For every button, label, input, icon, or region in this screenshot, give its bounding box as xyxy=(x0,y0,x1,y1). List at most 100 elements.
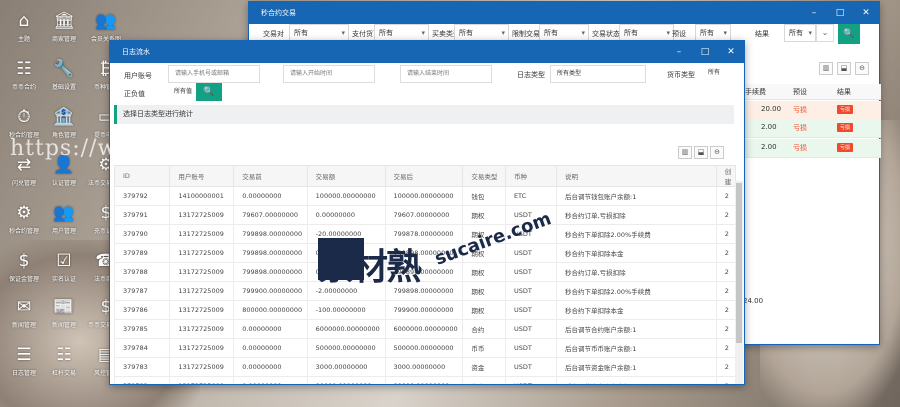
table-row[interactable]: 379791 13172725009 79607.00000000 0.0000000… xyxy=(113,205,737,225)
table-row[interactable]: 379792 14100000001 0.00000000 100000.000000… xyxy=(113,186,737,206)
table-cell: 100000.00000000 xyxy=(384,186,464,206)
table-cell: 期权 xyxy=(462,205,506,225)
desktop-icon[interactable]: 🔧 基础设置 xyxy=(44,52,84,98)
desktop-icon[interactable]: 👥 用户管理 xyxy=(44,196,84,242)
table-row[interactable]: 2.00 亏损 亏损 xyxy=(741,119,881,138)
desktop-icon[interactable]: ✉ 新闻管理 xyxy=(4,290,44,336)
window-titlebar[interactable]: 日志流水 – □ ✕ xyxy=(110,41,744,63)
table-cell: 500000.00000000 xyxy=(384,338,464,358)
desktop-icon[interactable]: 🏛 商家管理 xyxy=(44,4,84,50)
column-header[interactable]: ID xyxy=(113,165,171,187)
search-button[interactable]: 🔍 xyxy=(196,83,222,101)
column-header[interactable]: 交易后 xyxy=(384,165,464,187)
table-cell: 资金 xyxy=(462,357,506,377)
table-row[interactable]: 379786 13172725009 800000.00000000 -100.000… xyxy=(113,300,737,320)
table-cell: 0.00000000 xyxy=(233,357,308,377)
desktop-icon[interactable]: ⚙ 秒合约管理 xyxy=(4,196,44,242)
column-header[interactable]: 交易额 xyxy=(306,165,386,187)
desktop-icon-label: 闪兑管理 xyxy=(11,180,36,187)
table-cell: 13172725009 xyxy=(169,338,235,358)
export-icon[interactable]: ⬓ xyxy=(694,146,708,159)
start-time-input[interactable]: 请输入开始时间 xyxy=(283,65,375,83)
table-cell: 后台调节币币账户余额:1 xyxy=(556,338,717,358)
account-input[interactable]: 请输入手机号或邮箱 xyxy=(168,65,260,83)
table-header-row: ID 用户账号 交易前 交易额 交易后 交易类型 币种 说明 创建 xyxy=(113,165,737,187)
column-header: 预设 xyxy=(793,88,807,96)
print-icon[interactable]: ⊖ xyxy=(710,146,724,159)
table-cell: 6000000.00000000 xyxy=(306,319,386,339)
table-cell: 13172725009 xyxy=(169,357,235,377)
minimize-icon[interactable]: – xyxy=(666,41,692,63)
table-row[interactable]: 379784 13172725009 0.00000000 500000.000000… xyxy=(113,338,737,358)
desktop-icon[interactable]: ☑ 实名认证 xyxy=(44,244,84,290)
columns-icon[interactable]: ▥ xyxy=(678,146,692,159)
desktop-icon-label: 新闻管理 xyxy=(51,322,76,329)
column-header[interactable]: 创建 xyxy=(715,165,737,187)
column-header[interactable]: 币种 xyxy=(504,165,558,187)
maximize-icon[interactable]: □ xyxy=(827,2,853,24)
coin-type-select[interactable]: 所有 xyxy=(702,65,742,83)
desktop-icon-label: 用户管理 xyxy=(51,228,76,235)
users-plus-icon: 👥 xyxy=(95,11,117,31)
search-button[interactable]: 🔍 xyxy=(838,24,860,44)
desktop-icon[interactable]: ☷ 杠杆交易 xyxy=(44,338,84,384)
desktop-icon[interactable]: ⌂ 主题 xyxy=(4,4,44,50)
desktop-icon[interactable]: ☰ 日志管理 xyxy=(4,338,44,384)
desktop-icon-label: 保证金管理 xyxy=(8,276,39,283)
table-row[interactable]: 37978813172725009799898.000000000.000000… xyxy=(113,262,737,282)
column-header[interactable]: 交易类型 xyxy=(462,165,506,187)
filter-value: 所有 xyxy=(294,29,308,37)
close-icon[interactable]: ✕ xyxy=(853,2,879,24)
filter-value: 所有 xyxy=(789,29,803,37)
table-cell: USDT xyxy=(504,300,558,320)
table-cell: 期权 xyxy=(462,262,506,282)
gear-icon: ⚙ xyxy=(16,203,32,223)
filter-value: 所有 xyxy=(544,29,558,37)
columns-icon[interactable]: ▥ xyxy=(819,62,833,75)
table-cell: 0.00000000 xyxy=(233,338,308,358)
table-cell: 2 xyxy=(715,319,737,339)
table-cell: 13172725009 xyxy=(169,376,235,384)
print-icon[interactable]: ⊖ xyxy=(855,62,869,75)
table-cell: 秒合约下单扣除2.00%手续费 xyxy=(556,224,717,244)
table-cell: 80000.00000000 xyxy=(306,376,386,384)
table-cell: USDT xyxy=(504,243,558,263)
scrollbar-thumb[interactable] xyxy=(736,183,742,343)
column-header[interactable]: 用户账号 xyxy=(169,165,235,187)
scrollbar[interactable] xyxy=(735,181,743,384)
desktop-icon[interactable]: ☷ 币币合约 xyxy=(4,52,44,98)
maximize-icon[interactable]: □ xyxy=(692,41,718,63)
desktop-icon[interactable]: $ 保证金管理 xyxy=(4,244,44,290)
home-icon: ⌂ xyxy=(18,11,30,31)
table-row[interactable]: 379785 13172725009 0.00000000 6000000.00000… xyxy=(113,319,737,339)
table-cell: 100000.00000000 xyxy=(306,186,386,206)
table-row[interactable]: 20.00 亏损 亏损 xyxy=(741,101,881,120)
minimize-icon[interactable]: – xyxy=(801,2,827,24)
column-header: 手续费 xyxy=(745,88,766,96)
table-row[interactable]: 379783 13172725009 0.00000000 3000.00000000… xyxy=(113,357,737,377)
close-icon[interactable]: ✕ xyxy=(718,41,744,63)
table-row[interactable]: 37978913172725009799898.000000000.000000… xyxy=(113,243,737,263)
balance-select[interactable]: 所有值 xyxy=(168,84,198,102)
table-row[interactable]: 2.00 亏损 亏损 xyxy=(741,139,881,158)
chevron-down-icon[interactable]: ⌄ xyxy=(816,24,834,42)
table-row[interactable]: 379790 13172725009 799898.00000000 -20.0000… xyxy=(113,224,737,244)
column-header[interactable]: 交易前 xyxy=(233,165,308,187)
end-time-input[interactable]: 请输入结束时间 xyxy=(400,65,492,83)
window-titlebar[interactable]: 秒合约交易 – □ ✕ xyxy=(249,2,879,24)
chevron-down-icon: ▾ xyxy=(341,29,345,37)
table-cell: 3000.00000000 xyxy=(384,357,464,377)
filter-select[interactable]: 所有 ▾ xyxy=(784,24,816,42)
column-header[interactable]: 说明 xyxy=(556,165,717,187)
table-row[interactable]: 379782131727250090.0000000080000.0000000… xyxy=(113,376,737,384)
table-row[interactable]: 379787 13172725009 799900.00000000 -2.00000… xyxy=(113,281,737,301)
table-cell: 资金 xyxy=(462,376,506,384)
export-icon[interactable]: ⬓ xyxy=(837,62,851,75)
desktop-icon[interactable]: 📰 新闻管理 xyxy=(44,290,84,336)
table-cell: 2 xyxy=(715,243,737,263)
log-type-select[interactable]: 所有类型 xyxy=(550,65,646,83)
table-cell: 合约 xyxy=(462,319,506,339)
newspaper-icon: 📰 xyxy=(53,297,75,317)
table-cell: 799900.00000000 xyxy=(384,300,464,320)
check-icon: ☑ xyxy=(56,251,72,271)
